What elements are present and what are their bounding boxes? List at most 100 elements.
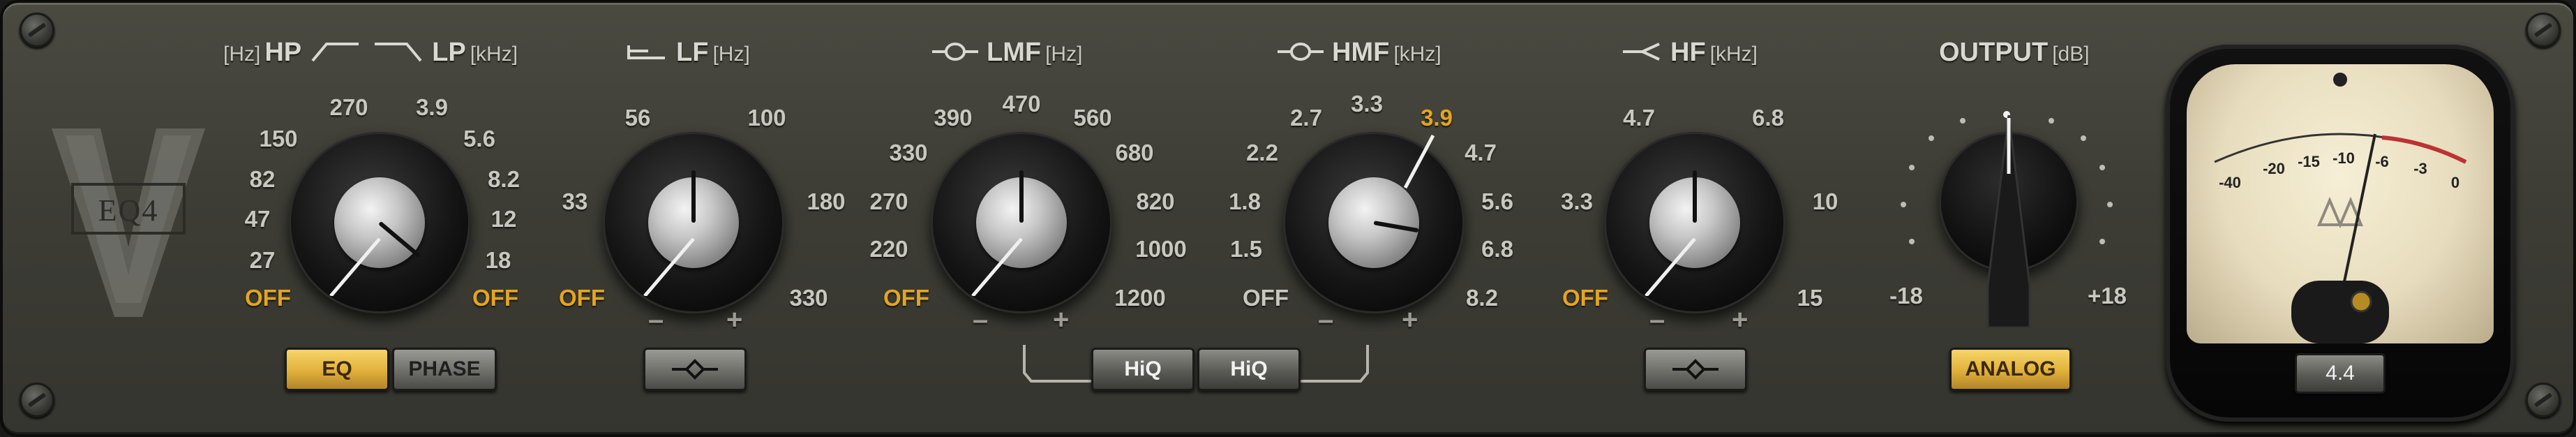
hp-scale-270: 270 (329, 94, 368, 120)
hmf-scale-6.8: 6.8 (1481, 236, 1513, 262)
hmf-minus: – (1318, 304, 1334, 335)
lf-title: LF [Hz] (627, 38, 754, 68)
lmf-scale-820: 820 (1136, 188, 1175, 214)
lmf-title: LMF [Hz] (931, 38, 1086, 68)
logo-text: EQ4 (98, 193, 159, 228)
lp-scale-8.2: 8.2 (488, 166, 520, 192)
hmf-scale-off: OFF (1243, 285, 1289, 311)
plugin-panel: EQ4 [Hz] HP LP [kHz] OFF 27 47 82 150 270 … (0, 0, 2576, 437)
hiq-bracket (1023, 345, 1369, 383)
vu-scale-minus40: -40 (2219, 174, 2241, 191)
lmf-pointer (1019, 170, 1024, 223)
vu-scale-minus15: -15 (2298, 153, 2320, 170)
lf-plus: + (726, 304, 743, 335)
hp-scale-47: 47 (244, 206, 271, 232)
screw-icon (20, 13, 54, 47)
output-max: +18 (2088, 283, 2127, 309)
lp-scale-18: 18 (485, 247, 511, 273)
lp-scale-3.9: 3.9 (416, 94, 448, 120)
vu-scale-0: 0 (2450, 174, 2460, 191)
lmf-minus: – (973, 304, 989, 335)
lf-bell-toggle-button[interactable] (643, 348, 747, 391)
hp-scale-27: 27 (249, 247, 276, 273)
output-chicken-head-pointer (1986, 114, 2031, 329)
hmf-scale-2.7: 2.7 (1290, 105, 1322, 131)
lmf-scale-220: 220 (869, 236, 908, 262)
lmf-scale-270: 270 (869, 188, 908, 214)
hf-scale-10: 10 (1812, 188, 1839, 214)
output-label: OUTPUT (1939, 38, 2049, 67)
hmf-plus: + (1402, 304, 1418, 335)
vu-scale-minus10: -10 (2332, 149, 2355, 167)
vu-meter-face: -40 -20 -15 -10 -6 -3 0 (2187, 64, 2494, 343)
vu-scale-minus20: -20 (2263, 160, 2285, 177)
hp-unit: [Hz] (223, 43, 261, 66)
hmf-scale-2.2: 2.2 (1246, 140, 1278, 165)
lp-scale-5.6: 5.6 (463, 126, 495, 151)
lmf-scale-330: 330 (889, 140, 928, 165)
lf-pointer-line (643, 237, 695, 296)
analog-button[interactable]: ANALOG (1949, 348, 2072, 391)
hp-label: HP (264, 38, 301, 67)
lf-minus: – (648, 304, 664, 335)
lf-scale-33: 33 (562, 188, 588, 214)
hmf-scale-1.8: 1.8 (1229, 188, 1261, 214)
hp-scale-150: 150 (259, 126, 298, 151)
hf-title: HF [kHz] (1622, 38, 1762, 68)
meter-value-display[interactable]: 4.4 (2295, 353, 2386, 394)
lf-scale-56: 56 (624, 105, 651, 131)
v-logo: EQ4 (45, 114, 212, 324)
hmf-pointer-line (1403, 134, 1435, 189)
lmf-scale-1000: 1000 (1135, 236, 1187, 262)
hf-plus: + (1732, 304, 1748, 335)
high-shelf-icon (1623, 43, 1660, 61)
phase-button[interactable]: PHASE (392, 348, 497, 391)
bell-icon (932, 43, 978, 61)
screw-icon (20, 383, 54, 417)
lmf-hiq-button[interactable]: HiQ (1091, 348, 1195, 391)
hf-label: HF (1670, 38, 1706, 67)
screw-icon (2526, 13, 2561, 47)
highpass-curve-icon (311, 43, 359, 62)
lmf-scale-1200: 1200 (1114, 285, 1166, 311)
output-unit: [dB] (2052, 43, 2090, 66)
hf-scale-off: OFF (1562, 285, 1608, 311)
lp-scale-off: OFF (472, 285, 518, 311)
hf-scale-4.7: 4.7 (1623, 105, 1655, 131)
hf-bell-toggle-button[interactable] (1644, 348, 1747, 391)
lf-scale-off: OFF (559, 285, 605, 311)
hmf-scale-8.2: 8.2 (1466, 285, 1498, 311)
hmf-unit: [kHz] (1393, 43, 1441, 66)
hp-scale-82: 82 (249, 166, 276, 192)
bell-icon (1278, 43, 1324, 61)
vu-meter-bezel: -40 -20 -15 -10 -6 -3 0 4.4 (2166, 45, 2515, 422)
hmf-title: HMF [kHz] (1276, 38, 1446, 68)
vu-scale-minus3: -3 (2413, 160, 2427, 177)
hmf-scale-5.6: 5.6 (1481, 188, 1513, 214)
hmf-scale-3.9-selected: 3.9 (1421, 105, 1453, 131)
hmf-label: HMF (1332, 38, 1390, 67)
hf-scale-6.8: 6.8 (1752, 105, 1784, 131)
hf-pointer (1693, 170, 1697, 223)
hmf-scale-4.7: 4.7 (1465, 140, 1497, 165)
lf-scale-100: 100 (747, 105, 786, 131)
lmf-plus: + (1053, 304, 1070, 335)
hf-pointer-line (1645, 237, 1696, 296)
hp-scale-off: OFF (245, 285, 291, 311)
output-min: -18 (1889, 283, 1923, 309)
vu-scale-minus6: -6 (2375, 153, 2389, 170)
lf-label: LF (676, 38, 709, 67)
hmf-hiq-button[interactable]: HiQ (1197, 348, 1301, 391)
eq-button[interactable]: EQ (285, 348, 389, 391)
lmf-unit: [Hz] (1045, 43, 1083, 66)
screw-icon (2526, 383, 2561, 417)
lowpass-curve-icon (374, 43, 422, 62)
output-title: OUTPUT [dB] (1939, 38, 2094, 68)
bell-curve-icon (1672, 359, 1718, 380)
lmf-scale-off: OFF (883, 285, 929, 311)
low-shelf-icon (627, 45, 665, 59)
lp-unit: [kHz] (470, 43, 518, 66)
lf-pointer (691, 170, 696, 223)
hf-minus: – (1649, 304, 1665, 335)
hp-lp-title: [Hz] HP LP [kHz] (219, 38, 522, 68)
